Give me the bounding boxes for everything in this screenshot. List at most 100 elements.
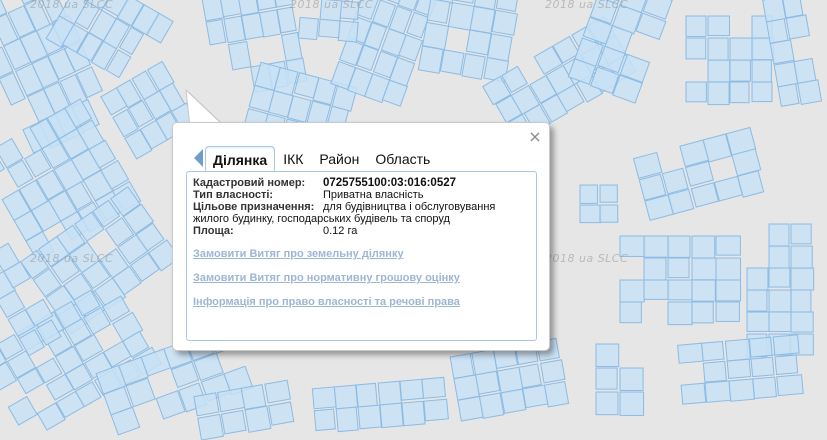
land-parcel[interactable]	[746, 289, 768, 312]
land-parcel[interactable]	[543, 380, 570, 408]
land-parcel[interactable]	[439, 49, 465, 76]
land-parcel[interactable]	[790, 223, 812, 245]
land-parcel[interactable]	[715, 235, 741, 256]
land-parcel[interactable]	[619, 301, 642, 324]
land-parcel[interactable]	[726, 358, 752, 379]
land-parcel[interactable]	[619, 235, 646, 257]
land-parcel[interactable]	[540, 359, 566, 384]
land-parcel[interactable]	[750, 356, 775, 378]
close-icon[interactable]: ×	[527, 129, 543, 145]
land-parcel[interactable]	[357, 404, 382, 430]
land-parcel[interactable]	[491, 9, 519, 36]
land-parcel[interactable]	[495, 0, 520, 13]
land-parcel[interactable]	[453, 374, 481, 401]
land-parcel[interactable]	[751, 59, 772, 83]
land-parcel[interactable]	[478, 392, 505, 419]
land-parcel[interactable]	[220, 409, 247, 435]
land-parcel[interactable]	[793, 57, 817, 85]
land-parcel[interactable]	[691, 279, 716, 302]
land-parcel[interactable]	[729, 59, 751, 82]
land-parcel[interactable]	[661, 167, 689, 195]
order-valuation-extract-link[interactable]: Замовити Витяг про нормативну грошову оц…	[193, 272, 530, 284]
land-parcel[interactable]	[768, 289, 793, 313]
land-parcel[interactable]	[680, 382, 707, 405]
land-parcel[interactable]	[337, 20, 359, 43]
land-parcel[interactable]	[619, 279, 645, 303]
land-parcel[interactable]	[790, 289, 812, 313]
land-parcel[interactable]	[216, 387, 246, 413]
land-parcel[interactable]	[500, 388, 527, 414]
land-parcel[interactable]	[240, 384, 267, 411]
land-parcel[interactable]	[421, 21, 450, 51]
land-parcel[interactable]	[205, 18, 227, 46]
land-parcel[interactable]	[677, 342, 705, 364]
land-parcel[interactable]	[715, 257, 742, 281]
land-parcel[interactable]	[715, 301, 740, 322]
land-parcel[interactable]	[335, 406, 359, 433]
back-arrow-icon[interactable]	[194, 149, 203, 167]
land-parcel[interactable]	[297, 16, 319, 41]
land-parcel[interactable]	[339, 0, 360, 21]
land-parcel[interactable]	[691, 257, 717, 281]
tab-parcel[interactable]: Ділянка	[205, 146, 276, 173]
land-parcel[interactable]	[667, 279, 693, 301]
land-parcel[interactable]	[700, 340, 725, 362]
order-parcel-extract-link[interactable]: Замовити Витяг про земельну ділянку	[193, 248, 530, 260]
land-parcel[interactable]	[790, 267, 815, 291]
land-parcel[interactable]	[748, 336, 773, 358]
land-parcel[interactable]	[619, 391, 645, 416]
land-parcel[interactable]	[729, 81, 750, 104]
land-parcel[interactable]	[417, 45, 444, 74]
land-parcel[interactable]	[313, 408, 336, 432]
land-parcel[interactable]	[595, 343, 620, 368]
land-parcel[interactable]	[765, 18, 789, 44]
land-parcel[interactable]	[643, 279, 670, 300]
land-parcel[interactable]	[595, 367, 618, 390]
land-parcel[interactable]	[401, 400, 426, 427]
land-parcel[interactable]	[691, 235, 716, 260]
land-parcel[interactable]	[197, 413, 225, 440]
land-parcel[interactable]	[667, 257, 690, 279]
tab-ikk[interactable]: ІКК	[275, 146, 311, 172]
land-parcel[interactable]	[729, 37, 754, 62]
land-parcel[interactable]	[522, 384, 549, 409]
land-parcel[interactable]	[685, 37, 707, 60]
land-parcel[interactable]	[772, 334, 800, 356]
tab-district[interactable]: Район	[311, 146, 367, 172]
land-parcel[interactable]	[667, 301, 693, 326]
land-parcel[interactable]	[423, 398, 449, 422]
land-parcel[interactable]	[643, 257, 667, 281]
land-parcel[interactable]	[797, 79, 823, 106]
land-parcel[interactable]	[785, 14, 811, 40]
land-parcel[interactable]	[227, 40, 252, 71]
land-parcel[interactable]	[475, 370, 501, 395]
tab-region[interactable]: Область	[367, 146, 438, 172]
land-parcel[interactable]	[746, 311, 770, 332]
land-parcel[interactable]	[715, 279, 742, 302]
land-parcel[interactable]	[318, 18, 342, 39]
land-parcel[interactable]	[465, 29, 492, 56]
land-parcel[interactable]	[768, 267, 791, 288]
land-parcel[interactable]	[707, 37, 729, 62]
land-parcel[interactable]	[769, 39, 795, 65]
land-parcel[interactable]	[486, 33, 513, 63]
land-parcel[interactable]	[599, 184, 618, 203]
land-parcel[interactable]	[319, 0, 343, 22]
land-parcel[interactable]	[790, 311, 814, 333]
land-parcel[interactable]	[707, 15, 730, 37]
land-parcel[interactable]	[355, 382, 378, 408]
land-parcel[interactable]	[421, 376, 446, 399]
land-parcel[interactable]	[579, 184, 598, 204]
land-parcel[interactable]	[193, 392, 220, 417]
land-parcel[interactable]	[426, 0, 451, 24]
land-parcel[interactable]	[690, 182, 720, 208]
land-parcel[interactable]	[781, 0, 804, 19]
land-parcel[interactable]	[691, 301, 714, 324]
land-parcel[interactable]	[751, 81, 773, 103]
land-parcel[interactable]	[643, 235, 670, 258]
land-parcel[interactable]	[768, 311, 792, 333]
land-parcel[interactable]	[702, 360, 727, 383]
land-parcel[interactable]	[752, 376, 777, 399]
ownership-rights-info-link[interactable]: Інформація про право власності та речові…	[193, 296, 530, 308]
land-parcel[interactable]	[595, 391, 619, 416]
